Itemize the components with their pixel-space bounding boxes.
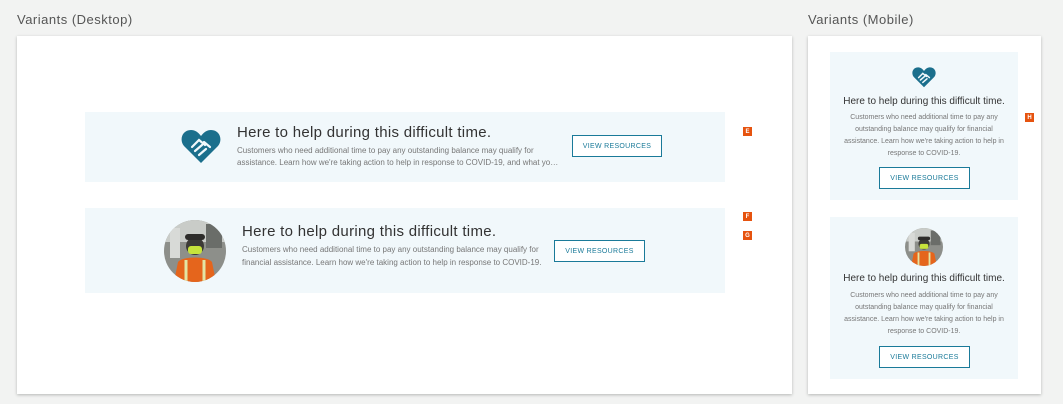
- banner-title: Here to help during this difficult time.: [237, 124, 492, 141]
- marker-g: G: [743, 231, 752, 240]
- mobile-banner-photo-variant: Here to help during this difficult time.…: [830, 217, 1018, 379]
- view-resources-button[interactable]: VIEW RESOURCES: [879, 346, 970, 368]
- view-resources-button[interactable]: VIEW RESOURCES: [572, 135, 662, 157]
- banner-body: Customers who need additional time to pa…: [242, 245, 542, 267]
- view-resources-button[interactable]: VIEW RESOURCES: [554, 240, 645, 262]
- banner-body-truncated: assistance. Learn how we're taking actio…: [237, 157, 559, 170]
- worker-photo: [905, 228, 943, 266]
- mobile-section-title: Variants (Mobile): [808, 12, 914, 27]
- banner-title: Here to help during this difficult time.: [843, 273, 1005, 284]
- worker-photo: [164, 220, 226, 282]
- mobile-banner-icon-variant: Here to help during this difficult time.…: [830, 52, 1018, 200]
- marker-h: H: [1025, 113, 1034, 122]
- banner-title: Here to help during this difficult time.: [843, 96, 1005, 107]
- heart-handshake-icon: [181, 130, 221, 163]
- worker-photo-image: [905, 228, 943, 266]
- view-resources-button[interactable]: VIEW RESOURCES: [879, 167, 970, 189]
- marker-f: F: [743, 212, 752, 221]
- desktop-banner-photo-variant: Here to help during this difficult time.…: [85, 208, 725, 293]
- banner-body: Customers who need additional time to pa…: [844, 114, 1004, 157]
- desktop-banner-icon-variant: Here to help during this difficult time.…: [85, 112, 725, 182]
- worker-photo-image: [164, 220, 226, 282]
- banner-body: Customers who need additional time to pa…: [844, 292, 1004, 335]
- banner-body-line-1: Customers who need additional time to pa…: [237, 146, 534, 155]
- desktop-section-title: Variants (Desktop): [17, 12, 133, 27]
- banner-title: Here to help during this difficult time.: [242, 223, 497, 240]
- marker-e: E: [743, 127, 752, 136]
- heart-handshake-icon: [912, 67, 936, 88]
- banner-body-truncated-text: assistance. Learn how we're taking actio…: [237, 158, 559, 167]
